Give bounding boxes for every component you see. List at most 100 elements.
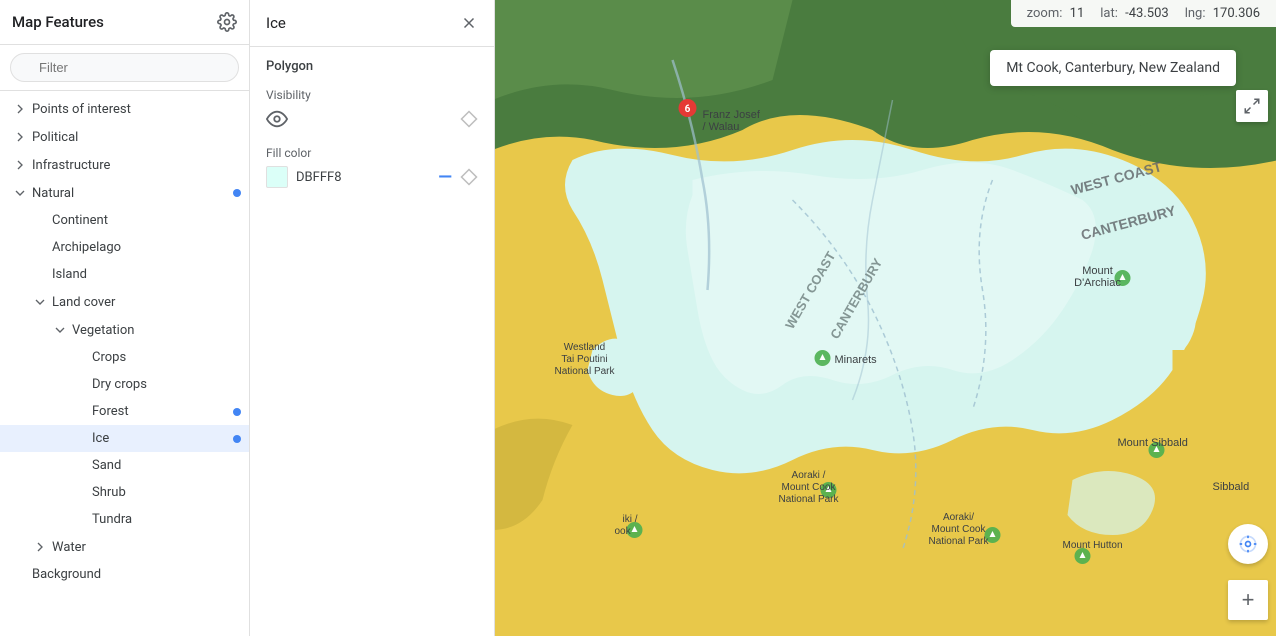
sidebar-item-points-of-interest[interactable]: Points of interest xyxy=(0,95,249,123)
svg-text:Tai Poutini: Tai Poutini xyxy=(561,354,607,365)
zoom-in-button[interactable]: + xyxy=(1228,580,1268,620)
sidebar-item-label: Background xyxy=(32,567,241,582)
polygon-label: Polygon xyxy=(266,59,478,74)
sidebar-item-label: Water xyxy=(52,540,241,555)
fill-color-label: Fill color xyxy=(266,146,478,160)
sidebar-item-label: Forest xyxy=(92,404,233,419)
sidebar-item-background[interactable]: Background xyxy=(0,561,249,588)
sidebar-title: Map Features xyxy=(12,13,104,31)
sidebar-item-label: Island xyxy=(52,267,241,282)
fill-color-row: DBFFF8 — xyxy=(266,166,478,188)
color-swatch[interactable] xyxy=(266,166,288,188)
svg-text:National Park: National Park xyxy=(928,536,989,547)
sidebar-item-continent[interactable]: Continent xyxy=(0,207,249,234)
chevron-right-icon xyxy=(12,129,28,145)
filter-bar xyxy=(0,45,249,91)
sidebar-item-label: Dry crops xyxy=(92,377,241,392)
sidebar-item-label: Natural xyxy=(32,186,233,201)
lng-label: lng: 170.306 xyxy=(1185,6,1260,21)
sidebar-item-label: Sand xyxy=(92,458,241,473)
visibility-row xyxy=(266,108,478,130)
svg-text:D'Archiac: D'Archiac xyxy=(1074,277,1121,289)
svg-text:6: 6 xyxy=(685,104,691,115)
sidebar-item-dry-crops[interactable]: Dry crops xyxy=(0,371,249,398)
plus-icon: + xyxy=(1242,589,1255,611)
visibility-label: Visibility xyxy=(266,88,478,102)
svg-text:Mount Cook: Mount Cook xyxy=(782,482,837,493)
sidebar-item-land-cover[interactable]: Land cover xyxy=(0,288,249,316)
fullscreen-icon xyxy=(1243,97,1261,115)
sidebar-item-label: Shrub xyxy=(92,485,241,500)
fill-dash: — xyxy=(438,167,452,188)
sidebar-item-sand[interactable]: Sand xyxy=(0,452,249,479)
sidebar-item-label: Political xyxy=(32,130,241,145)
eye-icon[interactable] xyxy=(266,108,288,130)
map-tooltip: Mt Cook, Canterbury, New Zealand xyxy=(990,50,1236,86)
svg-text:Sibbald: Sibbald xyxy=(1213,481,1250,493)
lat-value: -43.503 xyxy=(1125,6,1169,21)
chevron-right-icon xyxy=(12,101,28,117)
sidebar-item-label: Tundra xyxy=(92,512,241,527)
map-area[interactable]: 6 Franz Josef / Walau WEST COAST CANTERB… xyxy=(495,0,1276,636)
zoom-text: zoom: xyxy=(1027,6,1063,21)
color-value: DBFFF8 xyxy=(296,170,430,185)
svg-text:Mount Hutton: Mount Hutton xyxy=(1063,540,1123,551)
sidebar-item-tundra[interactable]: Tundra xyxy=(0,506,249,533)
svg-text:Minarets: Minarets xyxy=(835,354,878,366)
sidebar-item-ice[interactable]: Ice xyxy=(0,425,249,452)
tooltip-text: Mt Cook, Canterbury, New Zealand xyxy=(1006,60,1220,76)
chevron-right-icon xyxy=(32,539,48,555)
sidebar-item-political[interactable]: Political xyxy=(0,123,249,151)
svg-text:/ Walau: / Walau xyxy=(703,121,740,133)
active-dot xyxy=(233,435,241,443)
sidebar-item-forest[interactable]: Forest xyxy=(0,398,249,425)
sidebar-item-label: Ice xyxy=(92,431,233,446)
map-svg: 6 Franz Josef / Walau WEST COAST CANTERB… xyxy=(495,0,1276,636)
sidebar-item-label: Crops xyxy=(92,350,241,365)
tree-list: Points of interest Political Infrastructur… xyxy=(0,91,249,592)
fill-diamond-icon xyxy=(460,168,478,186)
sidebar-item-crops[interactable]: Crops xyxy=(0,344,249,371)
svg-text:Aoraki /: Aoraki / xyxy=(792,470,826,481)
lat-label: lat: -43.503 xyxy=(1100,6,1168,21)
sidebar-item-shrub[interactable]: Shrub xyxy=(0,479,249,506)
location-icon xyxy=(1238,534,1258,554)
lng-text: lng: xyxy=(1185,6,1206,21)
visibility-diamond-icon xyxy=(460,110,478,128)
detail-panel: Ice Polygon Visibility Fill color DBFFF8… xyxy=(250,0,495,636)
active-dot xyxy=(233,408,241,416)
svg-text:Aoraki/: Aoraki/ xyxy=(943,512,974,523)
sidebar-item-natural[interactable]: Natural xyxy=(0,179,249,207)
gear-icon[interactable] xyxy=(217,12,237,32)
svg-text:Mount Cook: Mount Cook xyxy=(932,524,987,535)
fullscreen-button[interactable] xyxy=(1236,90,1268,122)
lat-text: lat: xyxy=(1100,6,1118,21)
svg-text:Mount Sibbald: Mount Sibbald xyxy=(1118,437,1188,449)
map-topbar: zoom: 11 lat: -43.503 lng: 170.306 xyxy=(1011,0,1276,27)
sidebar-item-label: Continent xyxy=(52,213,241,228)
sidebar-item-infrastructure[interactable]: Infrastructure xyxy=(0,151,249,179)
detail-header: Ice xyxy=(250,0,494,47)
chevron-down-icon xyxy=(32,294,48,310)
sidebar-item-vegetation[interactable]: Vegetation xyxy=(0,316,249,344)
sidebar-header: Map Features xyxy=(0,0,249,45)
svg-text:National Park: National Park xyxy=(554,366,615,377)
chevron-right-icon xyxy=(12,157,28,173)
chevron-down-icon xyxy=(52,322,68,338)
svg-text:iki /: iki / xyxy=(623,514,638,525)
sidebar-item-label: Land cover xyxy=(52,295,241,310)
sidebar-item-archipelago[interactable]: Archipelago xyxy=(0,234,249,261)
zoom-value: 11 xyxy=(1070,6,1085,21)
svg-text:Mount: Mount xyxy=(1082,265,1113,277)
sidebar-item-island[interactable]: Island xyxy=(0,261,249,288)
sidebar: Map Features Points of interest Political… xyxy=(0,0,250,636)
zoom-label: zoom: 11 xyxy=(1027,6,1085,21)
sidebar-item-water[interactable]: Water xyxy=(0,533,249,561)
lng-value: 170.306 xyxy=(1213,6,1260,21)
filter-input[interactable] xyxy=(10,53,239,82)
sidebar-item-label: Points of interest xyxy=(32,102,241,117)
detail-body: Polygon Visibility Fill color DBFFF8 — xyxy=(250,47,494,216)
location-button[interactable] xyxy=(1228,524,1268,564)
detail-title: Ice xyxy=(266,14,286,32)
close-icon[interactable] xyxy=(460,14,478,32)
